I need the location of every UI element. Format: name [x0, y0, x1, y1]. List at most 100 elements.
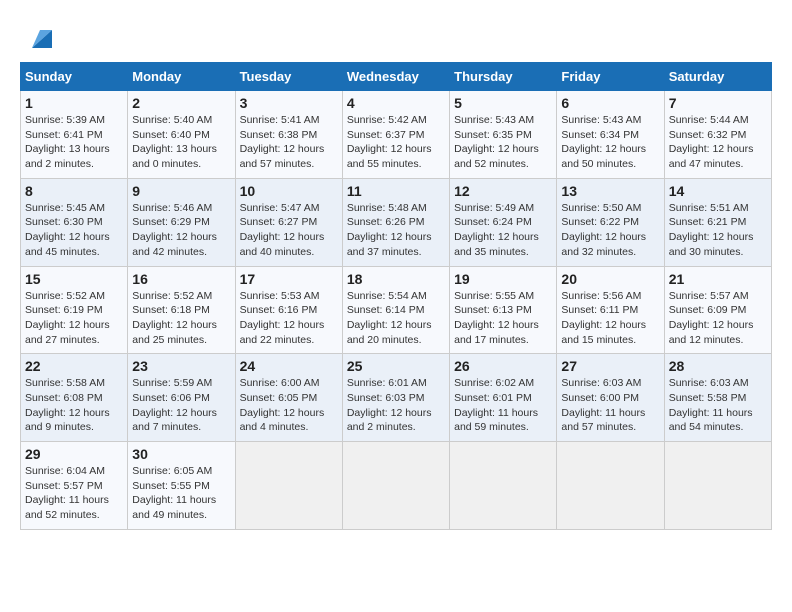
logo [20, 20, 56, 52]
day-detail: Sunrise: 6:03 AMSunset: 6:00 PMDaylight:… [561, 377, 645, 433]
calendar-day-cell: 23 Sunrise: 5:59 AMSunset: 6:06 PMDaylig… [128, 354, 235, 442]
day-number: 25 [347, 358, 445, 374]
calendar-day-cell: 24 Sunrise: 6:00 AMSunset: 6:05 PMDaylig… [235, 354, 342, 442]
day-detail: Sunrise: 5:53 AMSunset: 6:16 PMDaylight:… [240, 290, 325, 346]
day-number: 1 [25, 95, 123, 111]
day-number: 4 [347, 95, 445, 111]
day-number: 24 [240, 358, 338, 374]
day-detail: Sunrise: 5:57 AMSunset: 6:09 PMDaylight:… [669, 290, 754, 346]
day-detail: Sunrise: 5:46 AMSunset: 6:29 PMDaylight:… [132, 202, 217, 258]
day-number: 23 [132, 358, 230, 374]
day-number: 7 [669, 95, 767, 111]
day-number: 5 [454, 95, 552, 111]
day-number: 3 [240, 95, 338, 111]
day-number: 30 [132, 446, 230, 462]
day-detail: Sunrise: 5:50 AMSunset: 6:22 PMDaylight:… [561, 202, 646, 258]
day-number: 29 [25, 446, 123, 462]
day-number: 13 [561, 183, 659, 199]
weekday-header: Monday [128, 63, 235, 91]
day-detail: Sunrise: 5:47 AMSunset: 6:27 PMDaylight:… [240, 202, 325, 258]
day-number: 26 [454, 358, 552, 374]
weekday-header: Friday [557, 63, 664, 91]
calendar-week-row: 1 Sunrise: 5:39 AMSunset: 6:41 PMDayligh… [21, 91, 772, 179]
day-number: 12 [454, 183, 552, 199]
calendar-day-cell: 29 Sunrise: 6:04 AMSunset: 5:57 PMDaylig… [21, 442, 128, 530]
day-number: 15 [25, 271, 123, 287]
day-detail: Sunrise: 6:04 AMSunset: 5:57 PMDaylight:… [25, 465, 109, 521]
day-detail: Sunrise: 5:42 AMSunset: 6:37 PMDaylight:… [347, 114, 432, 170]
calendar-day-cell [557, 442, 664, 530]
calendar-table: SundayMondayTuesdayWednesdayThursdayFrid… [20, 62, 772, 530]
calendar-day-cell: 25 Sunrise: 6:01 AMSunset: 6:03 PMDaylig… [342, 354, 449, 442]
weekday-header: Saturday [664, 63, 771, 91]
calendar-day-cell: 21 Sunrise: 5:57 AMSunset: 6:09 PMDaylig… [664, 266, 771, 354]
day-number: 18 [347, 271, 445, 287]
weekday-header: Sunday [21, 63, 128, 91]
day-detail: Sunrise: 5:49 AMSunset: 6:24 PMDaylight:… [454, 202, 539, 258]
calendar-week-row: 15 Sunrise: 5:52 AMSunset: 6:19 PMDaylig… [21, 266, 772, 354]
calendar-day-cell: 3 Sunrise: 5:41 AMSunset: 6:38 PMDayligh… [235, 91, 342, 179]
calendar-header-row: SundayMondayTuesdayWednesdayThursdayFrid… [21, 63, 772, 91]
day-number: 8 [25, 183, 123, 199]
calendar-day-cell: 19 Sunrise: 5:55 AMSunset: 6:13 PMDaylig… [450, 266, 557, 354]
day-detail: Sunrise: 5:55 AMSunset: 6:13 PMDaylight:… [454, 290, 539, 346]
day-detail: Sunrise: 5:40 AMSunset: 6:40 PMDaylight:… [132, 114, 217, 170]
day-number: 19 [454, 271, 552, 287]
weekday-header: Wednesday [342, 63, 449, 91]
day-detail: Sunrise: 6:00 AMSunset: 6:05 PMDaylight:… [240, 377, 325, 433]
day-number: 28 [669, 358, 767, 374]
calendar-day-cell: 2 Sunrise: 5:40 AMSunset: 6:40 PMDayligh… [128, 91, 235, 179]
day-number: 10 [240, 183, 338, 199]
day-number: 20 [561, 271, 659, 287]
logo-icon [24, 20, 56, 52]
calendar-day-cell: 9 Sunrise: 5:46 AMSunset: 6:29 PMDayligh… [128, 178, 235, 266]
day-number: 14 [669, 183, 767, 199]
day-detail: Sunrise: 5:45 AMSunset: 6:30 PMDaylight:… [25, 202, 110, 258]
calendar-day-cell: 8 Sunrise: 5:45 AMSunset: 6:30 PMDayligh… [21, 178, 128, 266]
day-detail: Sunrise: 5:58 AMSunset: 6:08 PMDaylight:… [25, 377, 110, 433]
calendar-week-row: 8 Sunrise: 5:45 AMSunset: 6:30 PMDayligh… [21, 178, 772, 266]
page-header [20, 20, 772, 52]
day-detail: Sunrise: 5:56 AMSunset: 6:11 PMDaylight:… [561, 290, 646, 346]
day-detail: Sunrise: 5:41 AMSunset: 6:38 PMDaylight:… [240, 114, 325, 170]
calendar-day-cell: 6 Sunrise: 5:43 AMSunset: 6:34 PMDayligh… [557, 91, 664, 179]
calendar-day-cell: 5 Sunrise: 5:43 AMSunset: 6:35 PMDayligh… [450, 91, 557, 179]
calendar-day-cell: 1 Sunrise: 5:39 AMSunset: 6:41 PMDayligh… [21, 91, 128, 179]
calendar-day-cell: 27 Sunrise: 6:03 AMSunset: 6:00 PMDaylig… [557, 354, 664, 442]
day-detail: Sunrise: 5:44 AMSunset: 6:32 PMDaylight:… [669, 114, 754, 170]
day-number: 22 [25, 358, 123, 374]
day-detail: Sunrise: 5:48 AMSunset: 6:26 PMDaylight:… [347, 202, 432, 258]
calendar-day-cell: 11 Sunrise: 5:48 AMSunset: 6:26 PMDaylig… [342, 178, 449, 266]
calendar-day-cell: 4 Sunrise: 5:42 AMSunset: 6:37 PMDayligh… [342, 91, 449, 179]
calendar-day-cell: 13 Sunrise: 5:50 AMSunset: 6:22 PMDaylig… [557, 178, 664, 266]
day-detail: Sunrise: 5:43 AMSunset: 6:35 PMDaylight:… [454, 114, 539, 170]
day-number: 2 [132, 95, 230, 111]
calendar-day-cell [235, 442, 342, 530]
day-detail: Sunrise: 6:03 AMSunset: 5:58 PMDaylight:… [669, 377, 753, 433]
day-detail: Sunrise: 5:54 AMSunset: 6:14 PMDaylight:… [347, 290, 432, 346]
calendar-day-cell: 28 Sunrise: 6:03 AMSunset: 5:58 PMDaylig… [664, 354, 771, 442]
day-detail: Sunrise: 5:52 AMSunset: 6:19 PMDaylight:… [25, 290, 110, 346]
calendar-day-cell [664, 442, 771, 530]
weekday-header: Tuesday [235, 63, 342, 91]
day-number: 27 [561, 358, 659, 374]
calendar-day-cell: 30 Sunrise: 6:05 AMSunset: 5:55 PMDaylig… [128, 442, 235, 530]
day-detail: Sunrise: 6:02 AMSunset: 6:01 PMDaylight:… [454, 377, 538, 433]
day-number: 17 [240, 271, 338, 287]
calendar-day-cell [342, 442, 449, 530]
calendar-week-row: 29 Sunrise: 6:04 AMSunset: 5:57 PMDaylig… [21, 442, 772, 530]
calendar-day-cell: 7 Sunrise: 5:44 AMSunset: 6:32 PMDayligh… [664, 91, 771, 179]
calendar-body: 1 Sunrise: 5:39 AMSunset: 6:41 PMDayligh… [21, 91, 772, 530]
day-detail: Sunrise: 6:05 AMSunset: 5:55 PMDaylight:… [132, 465, 216, 521]
day-detail: Sunrise: 6:01 AMSunset: 6:03 PMDaylight:… [347, 377, 432, 433]
calendar-day-cell: 22 Sunrise: 5:58 AMSunset: 6:08 PMDaylig… [21, 354, 128, 442]
calendar-day-cell: 17 Sunrise: 5:53 AMSunset: 6:16 PMDaylig… [235, 266, 342, 354]
day-number: 6 [561, 95, 659, 111]
day-detail: Sunrise: 5:59 AMSunset: 6:06 PMDaylight:… [132, 377, 217, 433]
day-detail: Sunrise: 5:52 AMSunset: 6:18 PMDaylight:… [132, 290, 217, 346]
calendar-day-cell: 12 Sunrise: 5:49 AMSunset: 6:24 PMDaylig… [450, 178, 557, 266]
calendar-day-cell: 15 Sunrise: 5:52 AMSunset: 6:19 PMDaylig… [21, 266, 128, 354]
calendar-day-cell: 18 Sunrise: 5:54 AMSunset: 6:14 PMDaylig… [342, 266, 449, 354]
calendar-day-cell: 10 Sunrise: 5:47 AMSunset: 6:27 PMDaylig… [235, 178, 342, 266]
calendar-day-cell [450, 442, 557, 530]
